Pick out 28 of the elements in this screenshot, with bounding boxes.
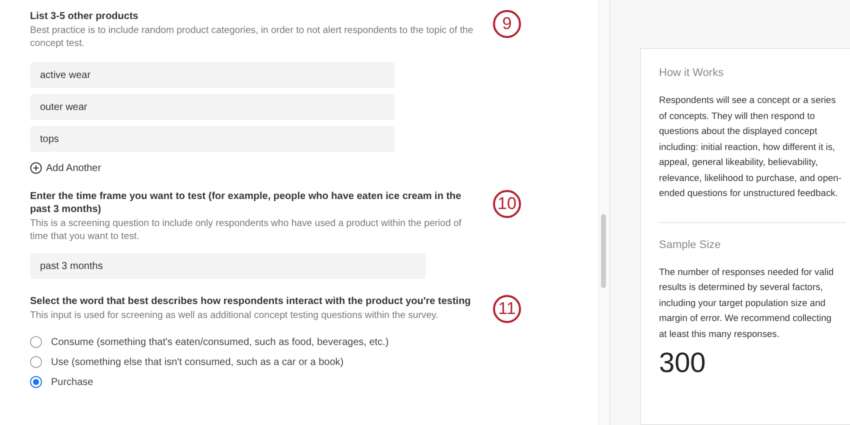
option-label[interactable]: Consume (something that's eaten/consumed, such as food, beverages, etc.) <box>51 336 389 348</box>
question-title: Enter the time frame you want to test (for example, people who have eaten ice cream in the past 3 months) <box>30 190 462 216</box>
text-input[interactable]: active wear <box>30 62 395 88</box>
option-label[interactable]: Purchase <box>51 376 94 388</box>
step-number-badge: 10 <box>493 190 521 218</box>
text-input[interactable]: past 3 months <box>30 253 426 279</box>
section-text: The number of responses needed for valid results is determined by several factors, including your target population size and margin of error. We recommend collecting at least this many responses. <box>659 266 835 341</box>
radio-button[interactable] <box>30 336 42 348</box>
step-number-badge: 11 <box>493 295 521 323</box>
option-label[interactable]: Use (something else that isn't consumed, such as a car or a book) <box>51 356 344 368</box>
step-number-badge: 9 <box>493 10 521 38</box>
question-hint: This input is used for screening as well as additional concept testing questions within the survey. <box>30 309 440 322</box>
section-heading: How it Works <box>659 67 725 79</box>
scrollbar[interactable] <box>598 0 609 425</box>
section-heading: Sample Size <box>659 238 722 250</box>
text-input[interactable]: tops <box>30 126 395 152</box>
scrollbar-thumb[interactable] <box>601 214 606 288</box>
question-title: List 3-5 other products <box>30 10 140 23</box>
plus-circle-icon <box>30 162 42 174</box>
add-another-button[interactable]: Add Another <box>30 162 102 174</box>
radio-button[interactable] <box>30 376 42 388</box>
question-hint: Best practice is to include random product categories, in order to not alert respondents to the topic of the concept test. <box>30 24 474 50</box>
question-hint: This is a screening question to include only respondents who have used a product within the period of time that you want to test. <box>30 217 462 243</box>
section-text: Respondents will see a concept or a series of concepts. They will then respond to questions about the displayed concept including: initial reaction, how different it is, appeal, general likeability, believability, relevance, likelihood to purchase, and open-ended questions for unstructured feedback. <box>659 94 842 200</box>
radio-button[interactable] <box>30 356 42 368</box>
text-input[interactable]: outer wear <box>30 94 395 120</box>
question-title: Select the word that best describes how respondents interact with the product you're testing <box>30 295 472 308</box>
sample-size-number: 300 <box>659 348 707 378</box>
